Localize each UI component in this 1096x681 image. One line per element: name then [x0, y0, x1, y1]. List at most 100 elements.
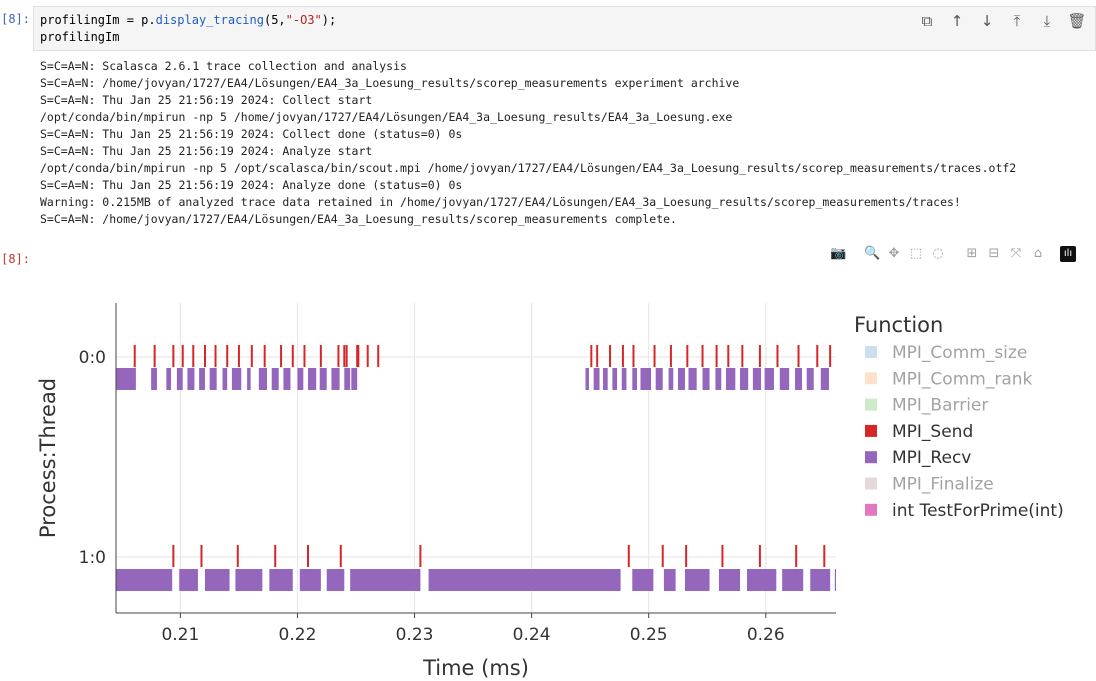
- recv-segment: [344, 368, 351, 390]
- legend-label: int TestForPrime(int): [892, 501, 1064, 521]
- autoscale-icon[interactable]: ⤧: [1008, 246, 1024, 262]
- send-event: [203, 345, 206, 367]
- send-event: [816, 345, 819, 367]
- legend-item[interactable]: int TestForPrime(int): [865, 501, 1064, 521]
- output-line: S=C=A=N: Thu Jan 25 21:56:19 2024: Colle…: [40, 93, 373, 107]
- recv-segment: [677, 368, 685, 390]
- trace-timeline-chart[interactable]: 0.21 0.22 0.23 0.24 0.25 0.26 0:0 1:0 Time (ms) P…: [0, 270, 1096, 681]
- recv-segment: [621, 368, 627, 390]
- send-event: [686, 345, 689, 367]
- move-down-icon[interactable]: ↓: [977, 11, 997, 31]
- code-string-literal: "-O3": [285, 13, 322, 27]
- recv-segment: [782, 569, 804, 591]
- legend[interactable]: Function MPI_Comm_size MPI_Comm_rank MPI_Ba…: [854, 313, 1064, 521]
- send-event: [823, 545, 826, 567]
- x-tick-label: 0.24: [513, 625, 551, 645]
- code-editor[interactable]: profilingIm = p.display_tracing(5,"-O3")…: [40, 12, 336, 46]
- code-line-1-b: (5,: [263, 13, 286, 27]
- legend-swatch: [865, 398, 877, 411]
- send-event: [343, 345, 346, 367]
- box-select-icon[interactable]: ⬚: [908, 246, 924, 262]
- lasso-icon[interactable]: ◌: [930, 246, 946, 262]
- recv-segment: [603, 368, 608, 390]
- send-event: [669, 345, 672, 367]
- legend-item[interactable]: MPI_Send: [865, 422, 973, 442]
- legend-swatch: [865, 372, 877, 385]
- move-up-icon[interactable]: ↑: [947, 11, 967, 31]
- recv-segment: [319, 368, 327, 390]
- x-tick-label: 0.26: [747, 625, 785, 645]
- recv-segment: [702, 368, 710, 390]
- send-event: [133, 345, 136, 367]
- legend-item[interactable]: MPI_Barrier: [865, 396, 988, 416]
- camera-icon[interactable]: 📷: [830, 246, 846, 262]
- recv-segment: [820, 368, 829, 390]
- recv-segment: [187, 368, 195, 390]
- send-event: [590, 345, 593, 367]
- send-event: [274, 545, 277, 567]
- plot-area[interactable]: [116, 345, 836, 591]
- send-event: [291, 345, 294, 367]
- x-tick-label: 0.23: [396, 625, 434, 645]
- send-event: [685, 545, 688, 567]
- legend-swatch: [865, 424, 877, 437]
- legend-swatch: [865, 451, 877, 464]
- y-tick-label: 1:0: [79, 548, 106, 568]
- recv-segment: [810, 569, 831, 591]
- plotly-logo-icon[interactable]: ılı: [1060, 246, 1076, 262]
- legend-item[interactable]: MPI_Finalize: [865, 475, 994, 495]
- copy-cell-icon[interactable]: ⧉: [917, 11, 937, 31]
- send-event: [366, 345, 369, 367]
- recv-segment: [688, 368, 697, 390]
- reset-axes-icon[interactable]: ⌂: [1030, 246, 1046, 262]
- legend-label: MPI_Recv: [892, 448, 971, 468]
- send-event: [758, 345, 761, 367]
- legend-item[interactable]: MPI_Recv: [865, 448, 971, 468]
- recv-segment: [585, 368, 589, 390]
- legend-item[interactable]: MPI_Comm_rank: [865, 369, 1033, 389]
- output-line: /opt/conda/bin/mpirun -np 5 /home/jovyan…: [40, 110, 733, 124]
- output-line: S=C=A=N: Thu Jan 25 21:56:19 2024: Analy…: [40, 144, 373, 158]
- insert-below-icon[interactable]: ⤓: [1037, 11, 1057, 31]
- cell-toolbar: ⧉ ↑ ↓ ⤒ ⤓ 🗑: [917, 11, 1087, 31]
- legend-swatch: [865, 503, 877, 516]
- recv-segment: [271, 368, 279, 390]
- pan-icon[interactable]: ✥: [886, 246, 902, 262]
- send-event: [153, 345, 156, 367]
- delete-cell-icon[interactable]: 🗑: [1067, 11, 1087, 31]
- send-event: [172, 545, 175, 567]
- send-event: [627, 545, 630, 567]
- insert-above-icon[interactable]: ⤒: [1007, 11, 1027, 31]
- send-event: [337, 345, 340, 367]
- recv-segment: [176, 368, 183, 390]
- send-event: [181, 345, 184, 367]
- zoom-out-icon[interactable]: ⊟: [986, 246, 1002, 262]
- recv-segment: [715, 368, 722, 390]
- send-event: [829, 345, 832, 367]
- output-line: S=C=A=N: /home/jovyan/1727/EA4/Lösungen/…: [40, 76, 740, 90]
- recv-segment: [718, 569, 740, 591]
- recv-segment: [326, 569, 345, 591]
- recv-segment: [632, 368, 637, 390]
- recv-segment: [684, 569, 710, 591]
- legend-item[interactable]: MPI_Comm_size: [865, 343, 1027, 363]
- x-tick-label: 0.22: [279, 625, 317, 645]
- recv-segment: [725, 368, 736, 390]
- zoom-icon[interactable]: 🔍: [864, 246, 880, 262]
- x-tick-label: 0.25: [630, 625, 668, 645]
- send-event: [721, 545, 724, 567]
- send-event: [715, 345, 718, 367]
- send-event: [621, 345, 624, 367]
- recv-segment: [655, 368, 663, 390]
- code-cell[interactable]: profilingIm = p.display_tracing(5,"-O3")…: [33, 6, 1096, 51]
- zoom-in-icon[interactable]: ⊞: [964, 246, 980, 262]
- send-event: [319, 345, 322, 367]
- stream-output: S=C=A=N: Scalasca 2.6.1 trace collection…: [40, 58, 1016, 228]
- send-event: [172, 345, 175, 367]
- x-tick-label: 0.21: [161, 625, 199, 645]
- send-event: [741, 345, 744, 367]
- send-event: [345, 345, 348, 367]
- x-axis-title: Time (ms): [422, 656, 529, 680]
- send-event: [797, 345, 800, 367]
- plot-modebar: 📷 🔍 ✥ ⬚ ◌ ⊞ ⊟ ⤧ ⌂ ılı: [830, 246, 1076, 262]
